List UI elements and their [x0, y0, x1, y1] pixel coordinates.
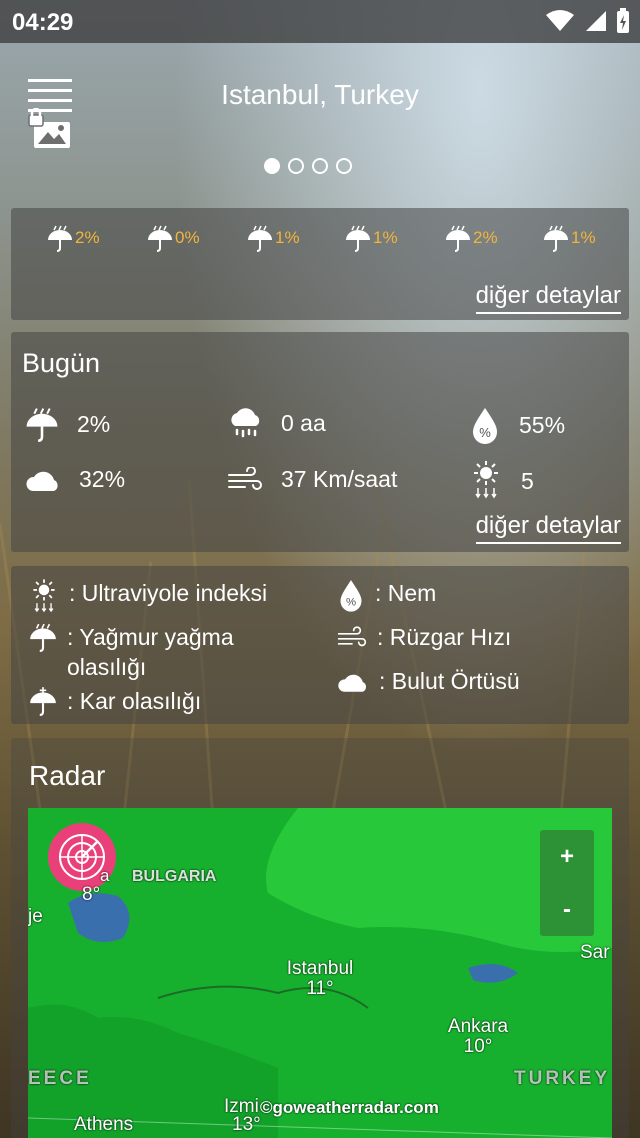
hourly-item: 2%: [445, 224, 498, 252]
map-label-izmir-temp: 13°: [232, 1114, 261, 1135]
map-label-athens: Athens: [74, 1114, 134, 1135]
map-label-sofia: a: [100, 866, 110, 885]
map-label-istanbul: Istanbul: [286, 958, 354, 979]
hourly-item: 1%: [345, 224, 398, 252]
stat-value: 55%: [519, 411, 566, 438]
map-attribution[interactable]: ©goweatherradar.com: [260, 1098, 439, 1118]
hourly-item: 1%: [543, 224, 596, 252]
zoom-controls: + -: [540, 830, 594, 936]
humidity-drop-icon: %: [473, 408, 497, 444]
stat-value: 32%: [79, 466, 126, 492]
map-label-skopje: je: [28, 906, 43, 927]
wind-icon: [228, 466, 262, 490]
legend-item-humidity: % : Nem: [337, 578, 436, 612]
status-time: 04:29: [12, 9, 74, 36]
app-bar: Istanbul, Turkey: [0, 43, 640, 153]
radar-map[interactable]: + - a 8° BULGARIA je Istanbul 11° Ankara…: [28, 808, 612, 1138]
umbrella-rain-icon: [48, 225, 72, 252]
more-details-link[interactable]: diğer detaylar: [475, 282, 621, 314]
legend-item-cloud: : Bulut Örtüsü: [337, 666, 520, 696]
hourly-item: 1%: [247, 224, 300, 252]
page-dot[interactable]: [264, 158, 280, 174]
cloud-icon: [26, 471, 58, 491]
today-stat-uv: 5: [469, 460, 534, 502]
hourly-item: 0%: [147, 224, 200, 252]
radar-card: Radar + - a 8° BULGARIA je Istanbul 11° …: [11, 738, 629, 1138]
umbrella-rain-icon: [248, 225, 272, 252]
map-label-ankara: Ankara: [447, 1016, 509, 1037]
hourly-forecast-card: 2% 0% 1% 1% 2% 1% diğer detaylar: [11, 208, 629, 320]
humidity-drop-icon: %: [340, 580, 362, 612]
map-label-ankara-temp: 10°: [463, 1036, 493, 1057]
svg-text:%: %: [479, 425, 491, 440]
page-dot[interactable]: [312, 158, 328, 174]
legend-item-snow: : Kar olasılığı: [29, 686, 201, 716]
hourly-rain-value: 1%: [571, 228, 596, 247]
page-title: Istanbul, Turkey: [221, 79, 419, 110]
page-indicator[interactable]: [264, 158, 352, 174]
zoom-out-button[interactable]: -: [540, 883, 594, 936]
map-label-sofia-temp: 8°: [82, 884, 101, 905]
stat-value: 37 Km/saat: [281, 466, 398, 492]
uv-sun-icon: [474, 461, 498, 499]
legend-label: : Bulut Örtüsü: [379, 668, 520, 694]
legend-item-uv: : Ultraviyole indeksi: [29, 578, 267, 616]
hourly-rain-value: 1%: [373, 228, 398, 247]
today-stat-humidity: % 55%: [469, 406, 565, 444]
today-stat-wind: 37 Km/saat: [227, 466, 397, 493]
legend-label: : Rüzgar Hızı: [377, 624, 512, 650]
map-label-samsun: Sar: [580, 942, 610, 963]
umbrella-rain-icon: [30, 623, 56, 652]
page-dot[interactable]: [288, 158, 304, 174]
map-label-istanbul-temp: 11°: [306, 978, 334, 999]
map-label-turkey: TURKEY: [514, 1068, 611, 1089]
status-bar: 04:29: [0, 0, 640, 43]
legend-item-wind: : Rüzgar Hızı: [337, 622, 511, 652]
stat-value: 5: [521, 467, 534, 494]
map-label-bulgaria: BULGARIA: [132, 868, 217, 885]
map-label-greece: EECE: [28, 1068, 92, 1089]
signal-icon: [586, 11, 606, 31]
today-stat-cloud: 32%: [25, 466, 125, 493]
umbrella-rain-icon: [148, 225, 172, 252]
stat-value: 0 aa: [281, 409, 326, 436]
legend-label: : Ultraviyole indeksi: [69, 580, 268, 606]
umbrella-snow-icon: [30, 687, 56, 716]
cloud-rain-icon: [231, 408, 260, 438]
umbrella-rain-icon: [544, 225, 568, 252]
radar-title: Radar: [29, 760, 106, 791]
svg-text:%: %: [346, 597, 356, 609]
hourly-rain-value: 0%: [175, 228, 200, 247]
cloud-icon: [338, 674, 366, 692]
legend-label: : Yağmur yağma olasılığı: [67, 624, 234, 680]
battery-charging-icon: [617, 8, 629, 33]
today-stat-rain-chance: 2%: [25, 406, 110, 442]
legend-item-rain: : Yağmur yağma olasılığı: [29, 622, 309, 682]
stat-value: 2%: [77, 410, 111, 437]
today-title: Bugün: [22, 348, 101, 378]
today-stat-precip: 0 aa: [227, 406, 326, 440]
legend-label: : Kar olasılığı: [67, 688, 202, 714]
zoom-in-button[interactable]: +: [540, 830, 594, 883]
today-card: Bugün 2% 0 aa % 55% 32% 37 Km/saat 5 diğ…: [11, 332, 629, 552]
lock-image-icon[interactable]: [28, 108, 72, 152]
umbrella-rain-icon: [446, 225, 470, 252]
icon-legend-card: : Ultraviyole indeksi % : Nem : Yağmur y…: [11, 566, 629, 724]
more-details-link[interactable]: diğer detaylar: [475, 512, 621, 544]
umbrella-rain-icon: [346, 225, 370, 252]
wind-icon: [337, 626, 367, 647]
hourly-rain-value: 1%: [275, 228, 300, 247]
hourly-rain-value: 2%: [75, 228, 100, 247]
hourly-rain-value: 2%: [473, 228, 498, 247]
uv-sun-icon: [33, 579, 55, 613]
legend-label: : Nem: [375, 580, 437, 606]
page-dot[interactable]: [336, 158, 352, 174]
hourly-item: 2%: [47, 224, 100, 252]
status-icons: [546, 8, 630, 34]
wifi-icon: [546, 10, 574, 31]
umbrella-rain-icon: [26, 408, 58, 442]
